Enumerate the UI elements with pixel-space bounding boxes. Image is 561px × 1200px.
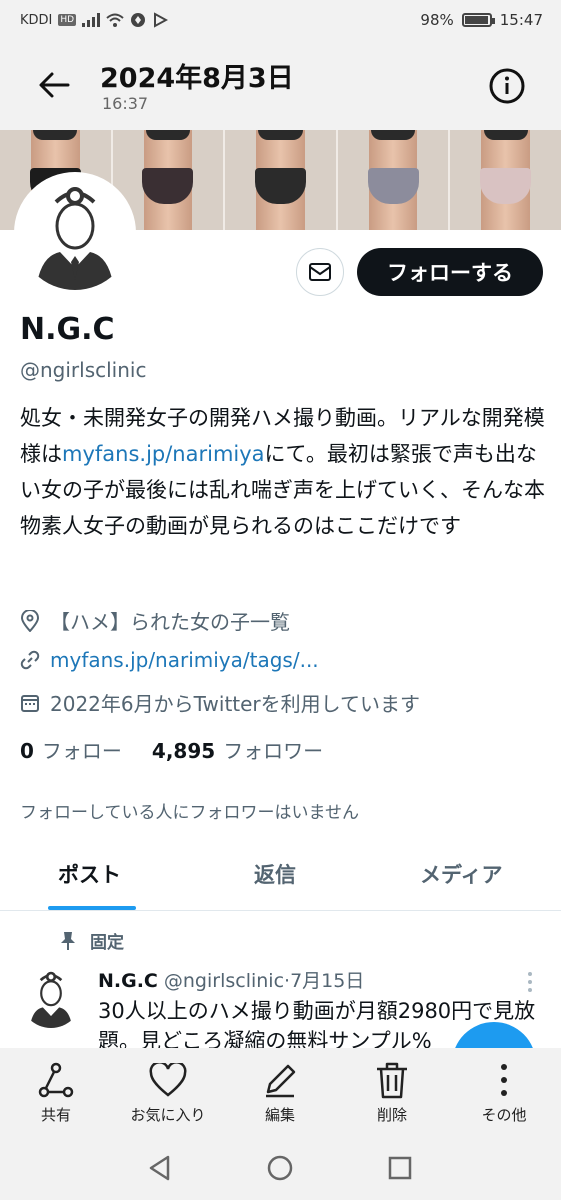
follow-button[interactable]: フォローする <box>357 248 543 296</box>
mail-icon <box>309 263 331 281</box>
location-row: 【ハメ】られた女の子一覧 <box>20 606 290 635</box>
following-count-link[interactable]: 0 フォロー <box>20 735 122 764</box>
banner-photo <box>450 130 561 230</box>
link-icon <box>20 650 40 670</box>
mutual-followers-note: フォローしている人にフォロワーはいません <box>20 803 359 823</box>
nav-back-icon[interactable] <box>146 1154 174 1182</box>
message-button[interactable] <box>296 248 344 296</box>
battery-icon <box>461 13 495 27</box>
status-right: 98% 15:47 <box>420 11 543 29</box>
joined-text: 2022年6月からTwitterを利用しています <box>50 692 421 716</box>
post-author-name[interactable]: N.G.C <box>98 970 158 992</box>
app-notification-icon <box>131 13 146 27</box>
post-more-button[interactable] <box>520 970 540 994</box>
display-name: N.G.C <box>20 312 115 347</box>
follow-counts: 0 フォロー 4,895 フォロワー <box>20 735 323 764</box>
pin-icon <box>61 931 75 950</box>
tab-media[interactable]: メディア <box>420 859 503 889</box>
favorite-button[interactable]: お気に入り <box>118 1058 218 1125</box>
delete-label: 削除 <box>376 1106 407 1124</box>
location-pin-icon <box>20 609 40 632</box>
share-icon <box>38 1062 74 1098</box>
page-subtitle: 16:37 <box>102 94 149 113</box>
play-notification-icon <box>154 12 169 28</box>
following-count: 0 <box>20 739 34 763</box>
heart-icon <box>149 1063 187 1097</box>
signal-icon <box>82 13 101 27</box>
website-row: myfans.jp/narimiya/tags/... <box>20 648 319 672</box>
delete-button[interactable]: 削除 <box>342 1058 442 1125</box>
battery-percent: 98% <box>420 11 454 29</box>
status-bar: KDDI HD 98% 15:47 <box>0 0 561 42</box>
tab-replies[interactable]: 返信 <box>254 859 296 889</box>
post-header: N.G.C @ngirlsclinic·7月15日 <box>98 966 364 993</box>
page-title: 2024年8月3日 <box>100 63 294 94</box>
carrier-label: KDDI <box>20 12 53 28</box>
screenshot-action-bar: 共有 お気に入り 編集 削除 その他 <box>0 1048 561 1136</box>
doctor-avatar-icon <box>18 176 132 290</box>
more-vertical-icon <box>528 972 532 992</box>
share-button[interactable]: 共有 <box>6 1058 106 1125</box>
profile-tabs: ポスト 返信 メディア <box>0 845 561 911</box>
pinned-label: 固定 <box>90 933 124 953</box>
trash-icon <box>377 1062 407 1099</box>
banner-photo <box>338 130 451 230</box>
post-avatar[interactable] <box>20 966 82 1028</box>
post-author-handle[interactable]: @ngirlsclinic <box>164 970 284 992</box>
share-label: 共有 <box>40 1106 71 1124</box>
more-vertical-icon <box>501 1064 507 1096</box>
info-button[interactable] <box>487 66 527 106</box>
pinned-indicator: 固定 <box>60 928 124 953</box>
followers-count-link[interactable]: 4,895 フォロワー <box>152 735 323 764</box>
status-left: KDDI HD <box>20 12 169 28</box>
wifi-icon <box>106 13 124 27</box>
info-icon <box>489 68 525 104</box>
profile-avatar[interactable] <box>14 172 136 294</box>
back-button[interactable] <box>34 64 76 106</box>
edit-label: 編集 <box>264 1106 295 1124</box>
tab-posts[interactable]: ポスト <box>58 859 121 889</box>
pencil-icon <box>266 1064 296 1098</box>
doctor-avatar-icon <box>20 966 82 1028</box>
system-nav-bar <box>0 1136 561 1200</box>
followers-label: フォロワー <box>223 739 324 763</box>
edit-button[interactable]: 編集 <box>230 1058 330 1125</box>
joined-row: 2022年6月からTwitterを利用しています <box>20 688 420 717</box>
more-button[interactable]: その他 <box>454 1058 554 1125</box>
arrow-left-icon <box>39 72 70 98</box>
profile-bio: 処女・未開発女子の開発ハメ撮り動画。リアルな開発模様はmyfans.jp/nar… <box>20 400 545 544</box>
tab-indicator <box>48 906 136 910</box>
post-date[interactable]: 7月15日 <box>290 970 364 992</box>
more-label: その他 <box>481 1106 527 1124</box>
favorite-label: お気に入り <box>130 1106 206 1124</box>
followers-count: 4,895 <box>151 739 216 763</box>
nav-home-icon[interactable] <box>266 1154 294 1182</box>
location-text: 【ハメ】られた女の子一覧 <box>50 610 290 634</box>
clock: 15:47 <box>499 11 543 29</box>
hd-badge: HD <box>58 14 77 26</box>
bio-link[interactable]: myfans.jp/narimiya <box>62 442 265 466</box>
following-label: フォロー <box>41 739 122 763</box>
calendar-icon <box>21 694 39 712</box>
profile-handle: @ngirlsclinic <box>20 358 147 382</box>
top-nav: 2024年8月3日 16:37 <box>0 42 561 130</box>
nav-recents-icon[interactable] <box>386 1154 414 1182</box>
website-link[interactable]: myfans.jp/narimiya/tags/... <box>50 648 319 672</box>
banner-photo <box>225 130 338 230</box>
